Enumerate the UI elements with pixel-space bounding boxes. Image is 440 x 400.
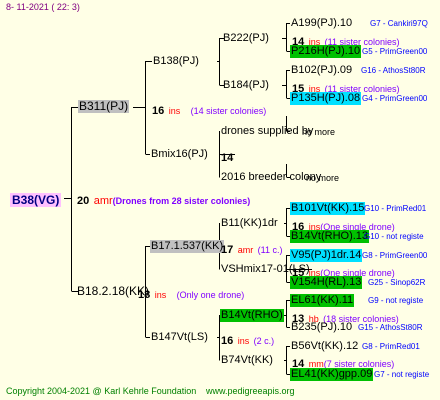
- g3-node-b74vt: B74Vt(KK): [221, 354, 273, 366]
- g3-node-b184: B184(PJ): [223, 79, 269, 91]
- g2-node-b138: B138(PJ): [153, 55, 199, 67]
- g4-node: P216H(PJ).10: [290, 45, 362, 58]
- g1-node-b311: B311(PJ): [78, 99, 130, 113]
- g4-tag: G8 - PrimGreen00: [362, 251, 428, 260]
- g3-node-b14vt: B14Vt(RHO): [220, 309, 284, 322]
- g1-info-b311: 16 ins (14 sister colonies): [152, 101, 266, 119]
- g4-node: P135H(PJ).08: [290, 92, 362, 105]
- g3-node-b11: B11(KK)1dr: [221, 217, 278, 229]
- g2-suffix: amr: [237, 245, 254, 255]
- g2-info-b17: 17 amr (11 c.): [221, 240, 283, 258]
- root-drone-info: 20 amr(Drones from 28 sister colonies): [77, 191, 250, 209]
- g4-tag: G5 - PrimGreen00: [362, 47, 428, 56]
- g4-node: V154H(RL).13: [290, 276, 363, 289]
- g4-tag: G8 - PrimRed01: [362, 342, 420, 351]
- g3-node-b222: B222(PJ): [223, 32, 269, 44]
- g4-node: EL41(KK)gpp.09: [290, 368, 374, 381]
- g4-tag: G25 - Sinop62R: [368, 278, 426, 287]
- g2-note: (2 c.): [253, 336, 275, 346]
- g4-node: EL61(KK).11: [290, 294, 355, 307]
- g1-suffix: ins: [168, 106, 181, 116]
- g4-tag: G7 - not registe: [374, 370, 430, 379]
- g4-tag: G10 - PrimRed01: [364, 204, 427, 213]
- g4-tag: G16 - AthosSt80R: [361, 66, 426, 75]
- footer-url[interactable]: www.pedigreeapis.org: [206, 386, 295, 396]
- g1-count: 18: [138, 289, 151, 301]
- root-suffix: amr: [93, 195, 113, 207]
- g2-info-b147: 16 ins (2 c.): [221, 331, 274, 349]
- g1-note: (14 sister colonies): [190, 106, 267, 116]
- g2-node-b147: B147Vt(LS): [151, 331, 208, 343]
- g1-suffix: ins: [154, 290, 167, 300]
- g4-node: B102(PJ).09: [291, 64, 353, 76]
- g2-count: 17: [221, 244, 234, 256]
- g4-tag: G4 - PrimGreen00: [362, 94, 428, 103]
- g4-node: A199(PJ).10: [291, 17, 353, 29]
- g2-count: 16: [221, 335, 234, 347]
- g2-note: (11 c.): [257, 245, 283, 255]
- root-node: B38(VG): [10, 191, 62, 209]
- g4-tag: G7 - Cankiri97Q: [370, 19, 428, 28]
- g4-node: B101Vt(KK).15: [290, 202, 366, 215]
- g4-node: V95(PJ)1dr.14: [290, 249, 363, 262]
- g4-node: B235(PJ).10: [291, 321, 353, 333]
- g4-node: B14Vt(RHO).13: [290, 230, 370, 243]
- g2-info-bmix16: 14: [221, 148, 233, 166]
- root-count: 20: [77, 195, 90, 207]
- g3-node-drones-supplied: drones supplied by: [221, 125, 314, 137]
- g3-extra-no-more: no more: [306, 173, 340, 183]
- g2-node-bmix16: Bmix16(PJ): [151, 148, 208, 160]
- root-label: B38(VG): [10, 193, 62, 207]
- g4-tag: G9 - not registe: [368, 296, 424, 305]
- g1-info-b18: 18 ins (Only one drone): [138, 285, 244, 303]
- g4-tag: G15 - AthosSt80R: [358, 323, 423, 332]
- g3-extra-no-more: no more: [302, 127, 336, 137]
- g1-count: 16: [152, 105, 165, 117]
- g4-node: B56Vt(KK).12: [291, 340, 359, 352]
- g4-tag: G10 - not registe: [364, 232, 424, 241]
- footer-copyright: Copyright 2004-2021 @ Karl Kehrle Founda…: [6, 386, 197, 396]
- g1-note: (Only one drone): [176, 290, 245, 300]
- g2-node-b17: B17.1.537(KK): [150, 240, 225, 253]
- root-note: (Drones from 28 sister colonies): [112, 196, 251, 206]
- g2-suffix: ins: [237, 336, 250, 346]
- g2-count: 14: [221, 152, 234, 164]
